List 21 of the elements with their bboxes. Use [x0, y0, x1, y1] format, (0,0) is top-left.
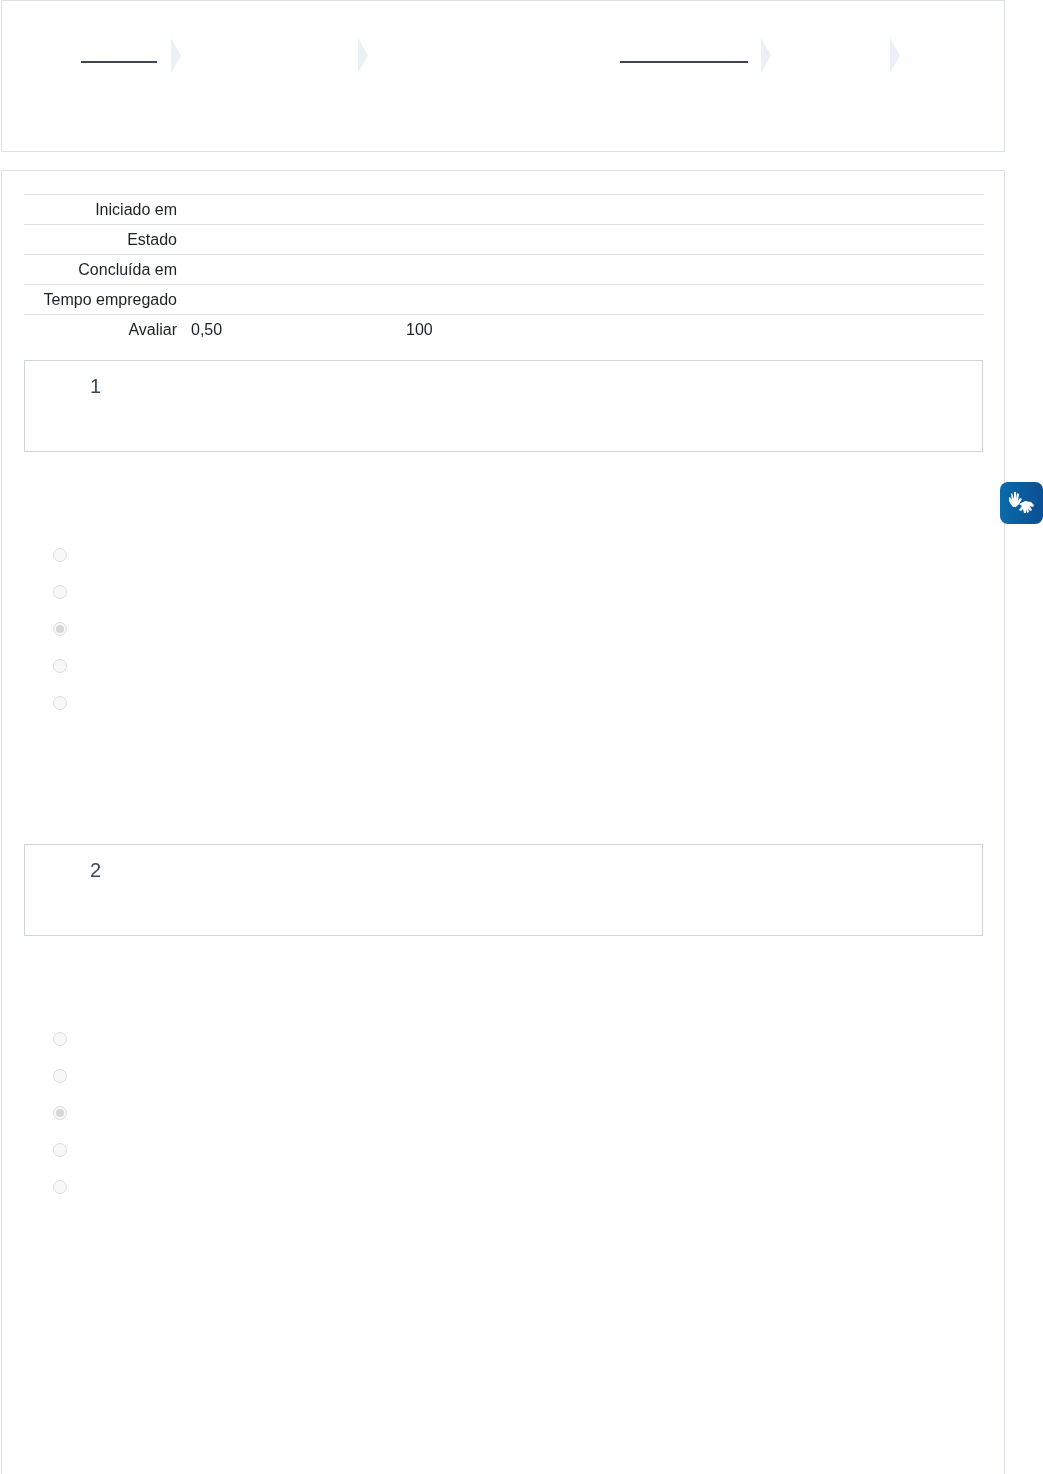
- max-grade: 100: [406, 321, 433, 338]
- radio-button[interactable]: [53, 1105, 67, 1120]
- row-label: Iniciado em: [95, 201, 177, 218]
- radio-button[interactable]: [53, 584, 67, 599]
- radio-button[interactable]: [53, 695, 67, 710]
- radio-button[interactable]: [53, 1031, 67, 1046]
- row-label: Concluída em: [78, 261, 177, 278]
- radio-button[interactable]: [53, 547, 67, 562]
- row-label: Tempo empregado: [43, 291, 177, 308]
- radio-button[interactable]: [53, 658, 67, 673]
- hands-icon: [1008, 491, 1035, 515]
- radio-button[interactable]: [53, 1179, 67, 1194]
- row-label: Avaliar: [128, 321, 177, 338]
- radio-button[interactable]: [53, 1068, 67, 1083]
- row-label: Estado: [127, 231, 177, 248]
- sign-language-button[interactable]: [1000, 482, 1043, 524]
- radio-button[interactable]: [53, 621, 67, 636]
- question-number: 1: [90, 375, 102, 397]
- question-number: 2: [90, 859, 102, 881]
- grade-value: 0,50: [191, 321, 223, 338]
- radio-button[interactable]: [53, 1142, 67, 1157]
